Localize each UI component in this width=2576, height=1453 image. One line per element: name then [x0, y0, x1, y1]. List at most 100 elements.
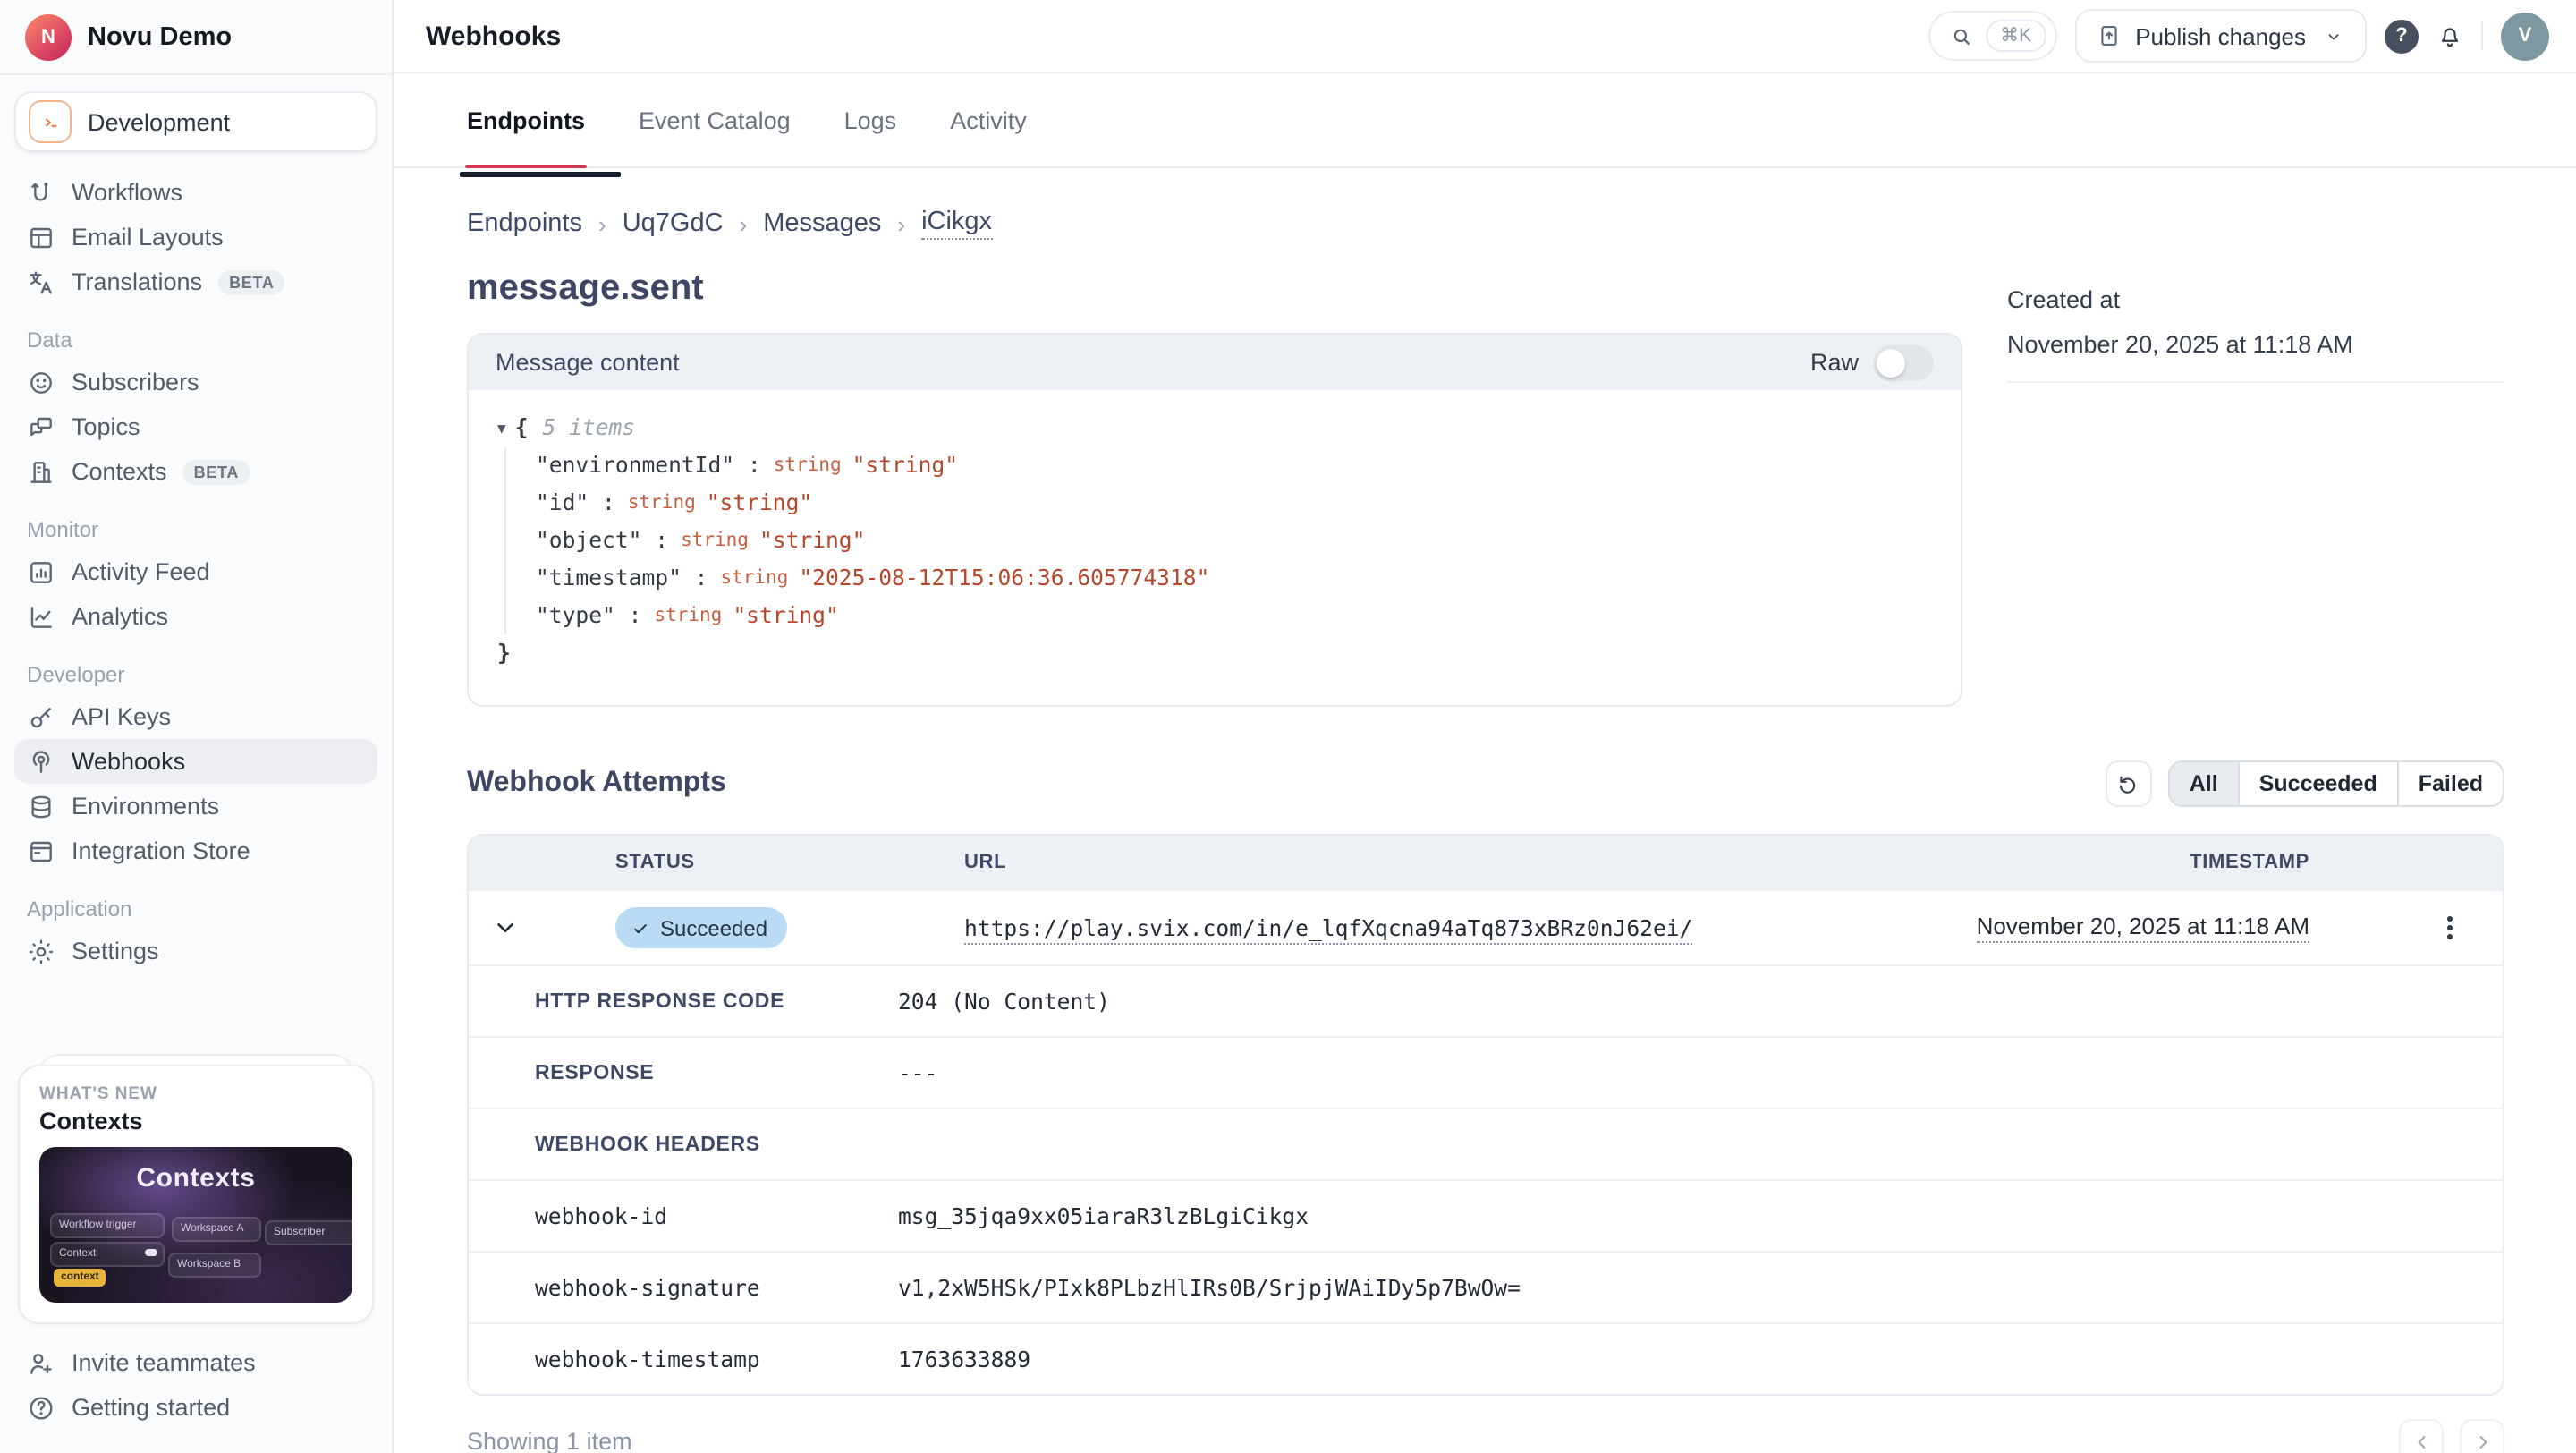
refresh-button[interactable]: [2106, 760, 2152, 807]
raw-toggle-label: Raw: [1810, 349, 1859, 376]
tab-activity[interactable]: Activity: [950, 73, 1027, 166]
row-expand-chevron-icon[interactable]: [492, 914, 519, 941]
filter-all[interactable]: All: [2170, 762, 2240, 805]
breadcrumb-item[interactable]: Uq7GdC: [623, 209, 724, 238]
raw-toggle[interactable]: [1873, 344, 1934, 380]
terminal-icon: [29, 100, 72, 143]
sidebar-item-label: Settings: [72, 938, 159, 964]
sidebar-divider: [0, 73, 392, 75]
sidebar: N Novu Demo Development WorkflowsEmail L…: [0, 0, 394, 1453]
json-field: "object" :string"string": [536, 523, 1932, 560]
next-page-button[interactable]: [2460, 1419, 2504, 1453]
detail-value: 204 (No Content): [898, 989, 1110, 1014]
json-value: "string": [759, 523, 865, 560]
column-url: URL: [964, 852, 1844, 873]
banner-mini-label: Workflow trigger: [50, 1213, 165, 1238]
attempt-detail-row: HTTP RESPONSE CODE204 (No Content): [469, 964, 2503, 1036]
sidebar-item-topics[interactable]: Topics: [14, 404, 377, 449]
whats-new-title: Contexts: [39, 1108, 352, 1134]
sidebar-item-label: Getting started: [72, 1394, 230, 1421]
sidebar-section-title: Application: [14, 880, 377, 929]
tab-logs[interactable]: Logs: [844, 73, 897, 166]
tabs-bar: Endpoints Event Catalog Logs Activity: [394, 73, 2576, 168]
breadcrumb-item[interactable]: Endpoints: [467, 209, 582, 238]
org-switcher[interactable]: N Novu Demo: [0, 0, 392, 73]
publish-icon: [2094, 21, 2123, 50]
sidebar-section-title: Monitor: [14, 501, 377, 549]
attempt-detail-row: WEBHOOK HEADERS: [469, 1108, 2503, 1179]
created-at-value: November 20, 2025 at 11:18 AM: [2007, 331, 2504, 358]
banner-code-chip: context: [54, 1269, 106, 1287]
sidebar-item-api-keys[interactable]: API Keys: [14, 694, 377, 739]
attempt-timestamp[interactable]: November 20, 2025 at 11:18 AM: [1977, 913, 2309, 943]
sidebar-item-invite-teammates[interactable]: Invite teammates: [27, 1340, 365, 1385]
help-button[interactable]: ?: [2385, 19, 2419, 53]
webhook-portal: Endpoints›Uq7GdC›Messages›iCikgx message…: [394, 168, 2576, 1453]
row-menu-kebab-icon[interactable]: [2440, 909, 2460, 947]
prev-page-button[interactable]: [2399, 1419, 2444, 1453]
sidebar-item-label: Topics: [72, 413, 140, 440]
whats-new-banner-image[interactable]: Contexts Workflow triggerContextWorkspac…: [39, 1147, 352, 1303]
json-field: "timestamp" :string"2025-08-12T15:06:36.…: [536, 560, 1932, 598]
breadcrumb: Endpoints›Uq7GdC›Messages›iCikgx: [467, 208, 2504, 240]
sidebar-item-email-layouts[interactable]: Email Layouts: [14, 215, 377, 259]
detail-value: 1763633889: [898, 1347, 1030, 1372]
sidebar-item-label: Analytics: [72, 603, 168, 630]
detail-value: ---: [898, 1060, 937, 1085]
analytics-icon: [27, 602, 55, 631]
whats-new-eyebrow: WHAT'S NEW: [39, 1084, 352, 1104]
json-key: "type": [536, 598, 615, 635]
filter-failed[interactable]: Failed: [2399, 762, 2503, 805]
user-avatar[interactable]: V: [2501, 12, 2549, 60]
sidebar-item-getting-started[interactable]: Getting started: [27, 1385, 365, 1430]
json-type-label: string: [628, 485, 696, 523]
json-collapse-caret-icon[interactable]: ▼: [497, 410, 506, 447]
sidebar-item-label: Translations: [72, 268, 202, 295]
json-type-label: string: [681, 523, 749, 560]
sidebar-item-translations[interactable]: TranslationsBETA: [14, 259, 377, 304]
sidebar-item-activity-feed[interactable]: Activity Feed: [14, 549, 377, 594]
sidebar-item-contexts[interactable]: ContextsBETA: [14, 449, 377, 494]
sidebar-item-webhooks[interactable]: Webhooks: [14, 739, 377, 784]
search-icon: [1946, 21, 1975, 50]
detail-label: webhook-signature: [469, 1275, 898, 1300]
breadcrumb-separator: ›: [740, 210, 748, 237]
breadcrumb-separator: ›: [598, 210, 606, 237]
environment-switcher[interactable]: Development: [14, 91, 377, 152]
tab-event-catalog[interactable]: Event Catalog: [639, 73, 791, 166]
sidebar-item-label: Activity Feed: [72, 558, 210, 585]
json-open-brace: {: [515, 410, 529, 447]
json-root-line: ▼{5 items: [497, 410, 1932, 447]
sidebar-item-settings[interactable]: Settings: [14, 929, 377, 973]
sidebar-item-integration-store[interactable]: Integration Store: [14, 828, 377, 873]
translate-icon: [27, 268, 55, 296]
message-content-header: Message content Raw: [469, 335, 1961, 390]
sidebar-item-analytics[interactable]: Analytics: [14, 594, 377, 639]
json-key: "id": [536, 485, 589, 523]
search-button[interactable]: ⌘K: [1928, 11, 2056, 61]
attempt-detail-row: webhook-signaturev1,2xW5HSk/PIxk8PLbzHlI…: [469, 1251, 2503, 1322]
tab-endpoints[interactable]: Endpoints: [467, 73, 585, 166]
json-type-label: string: [721, 560, 789, 598]
whats-new-card[interactable]: WHAT'S NEW Contexts Contexts Workflow tr…: [18, 1065, 374, 1324]
attempt-detail-row: webhook-timestamp1763633889: [469, 1322, 2503, 1394]
items-count: Showing 1 item: [467, 1428, 632, 1453]
notifications-bell-icon[interactable]: [2436, 22, 2463, 49]
publish-changes-button[interactable]: Publish changes: [2074, 9, 2367, 63]
breadcrumb-item[interactable]: iCikgx: [921, 208, 992, 240]
sidebar-item-subscribers[interactable]: Subscribers: [14, 360, 377, 404]
attempt-detail-row: webhook-idmsg_35jqa9xx05iaraR3lzBLgiCikg…: [469, 1179, 2503, 1251]
activity-feed-icon: [27, 557, 55, 586]
sidebar-spacer: [0, 973, 392, 1065]
sidebar-item-workflows[interactable]: Workflows: [14, 170, 377, 215]
column-status: STATUS: [576, 852, 964, 873]
filter-succeeded[interactable]: Succeeded: [2240, 762, 2399, 805]
json-key: "timestamp": [536, 560, 682, 598]
breadcrumb-item[interactable]: Messages: [763, 209, 881, 238]
attempt-url-link[interactable]: https://play.svix.com/in/e_lqfXqcna94aTq…: [964, 916, 1692, 945]
contexts-icon: [27, 457, 55, 486]
sidebar-item-environments[interactable]: Environments: [14, 784, 377, 828]
attempt-detail-row: RESPONSE---: [469, 1036, 2503, 1108]
banner-mini-label: Workspace B: [168, 1253, 261, 1278]
sidebar-item-label: Webhooks: [72, 748, 185, 775]
